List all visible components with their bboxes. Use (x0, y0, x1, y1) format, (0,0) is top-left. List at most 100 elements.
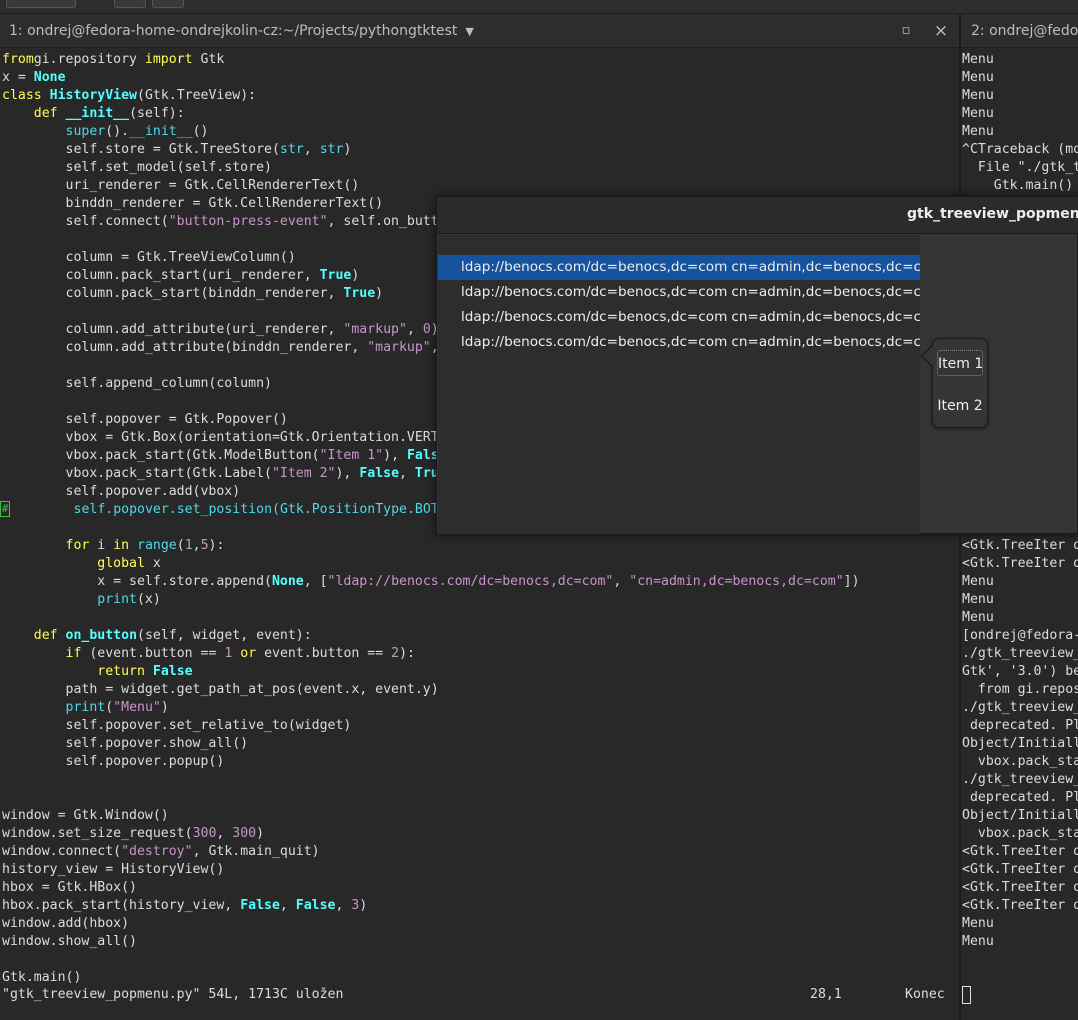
terminal-line: Menu (962, 916, 994, 931)
code-line: uri_renderer = Gtk.CellRendererText() (2, 178, 360, 193)
vim-status-line: "gtk_treeview_popmenu.py" 54L, 1713C ulo… (0, 986, 959, 1004)
code-line: Gtk.main() (2, 970, 82, 985)
terminal-line: Menu (962, 52, 994, 67)
toolbar-button[interactable] (6, 0, 76, 8)
code-line: column.pack_start(binddn_renderer, True) (2, 286, 384, 301)
code-line: self.set_model(self.store) (2, 160, 272, 175)
code-line: global x (97, 556, 161, 571)
code-line: column.add_attribute(uri_renderer, "mark… (2, 322, 439, 337)
code-line: self.popover.add(vbox) (2, 484, 241, 499)
code-line: hbox.pack_start(history_view, False, Fal… (2, 898, 368, 913)
code-line: self.append_column(column) (2, 376, 272, 391)
code-line: if (event.button == 1 or event.button ==… (65, 646, 415, 661)
code-line: print(x) (97, 592, 161, 607)
code-line: vbox = Gtk.Box(orientation=Gtk.Orientati… (2, 430, 479, 445)
code-line: vbox.pack_start(Gtk.Label("Item 2"), Fal… (2, 466, 487, 481)
terminal-line: Menu (962, 934, 994, 949)
tab-title: 2: ondrej@fedora-home-ondrejkolin-cz:~ (971, 23, 1078, 39)
terminal-line: ./gtk_treeview_popmenu.py: (962, 646, 1078, 661)
code-line: column.pack_start(uri_renderer, True) (2, 268, 360, 283)
terminal-tab-1[interactable]: 1: ondrej@fedora-home-ondrejkolin-cz:~/P… (0, 14, 959, 48)
code-line: window = Gtk.Window() (2, 808, 169, 823)
status-cursor-position: 28,1 (810, 987, 842, 1002)
code-line: def on_button(self, widget, event): (33, 628, 312, 643)
terminal-line: deprecated. Please use (969, 790, 1078, 805)
sign-marker: # (0, 501, 10, 517)
toolbar-button[interactable] (152, 0, 184, 8)
code-line: super().__init__() (65, 124, 209, 139)
popover-item-2: Item 2 (937, 398, 983, 414)
code-line: self.store = Gtk.TreeStore(str, str) (2, 142, 352, 157)
code-line: window.connect("destroy", Gtk.main_quit) (2, 844, 320, 859)
code-line: self.connect("button-press-event", self.… (2, 214, 463, 229)
terminal-line: <Gtk.TreeIter object (962, 898, 1078, 913)
code-line: self.popover.set_relative_to(widget) (2, 718, 352, 733)
tree-view[interactable]: ldap://benocs.com/dc=benocs,dc=com cn=adm… (438, 235, 920, 534)
tree-row[interactable]: ldap://benocs.com/dc=benocs,dc=com cn=adm… (438, 305, 920, 330)
terminal-line: from gi.repository import Gtk (977, 682, 1078, 697)
code-line: self.popover.popup() (2, 754, 225, 769)
binddn-cell: cn=admin,dc=benocs,dc=com (731, 334, 920, 350)
binddn-cell: cn=admin,dc=benocs,dc=com (731, 309, 920, 325)
terminal-line: Object/InitiallyUnowned (962, 808, 1078, 823)
terminal-line: ^CTraceback (most recent call last): (962, 142, 1078, 157)
terminal-line: Menu (962, 610, 994, 625)
window-title: gtk_treeview_popmenu.py (907, 206, 1078, 222)
uri-cell: ldap://benocs.com/dc=benocs,dc=com (461, 259, 728, 275)
maximize-icon[interactable]: ▫ (896, 14, 916, 47)
terminal-line: ./gtk_treeview_popmenu.py: (962, 772, 1078, 787)
code-line: self.popover.show_all() (2, 736, 249, 751)
code-line: return False (97, 664, 193, 679)
terminal-line: Gtk', '3.0') before import (962, 664, 1078, 679)
code-line: column = Gtk.TreeViewColumn() (2, 250, 296, 265)
terminal-tab-2[interactable]: 2: ondrej@fedora-home-ondrejkolin-cz:~ (961, 14, 1078, 48)
tree-row[interactable]: ldap://benocs.com/dc=benocs,dc=com cn=adm… (438, 255, 920, 280)
tab-title: 1: ondrej@fedora-home-ondrejkolin-cz:~/P… (9, 23, 458, 39)
terminal-line: Menu (962, 592, 994, 607)
toolbar-button[interactable] (114, 0, 146, 8)
terminal-line: Gtk.main() (962, 178, 1074, 193)
code-line: binddn_renderer = Gtk.CellRendererText() (2, 196, 384, 211)
top-toolbar (0, 0, 1078, 14)
terminal-line: <Gtk.TreeIter object (962, 880, 1078, 895)
terminal-line: <Gtk.TreeIter object (962, 844, 1078, 859)
terminal-line: Menu (962, 574, 994, 589)
tree-row[interactable]: ldap://benocs.com/dc=benocs,dc=com cn=adm… (438, 280, 920, 305)
code-line: column.add_attribute(binddn_renderer, "m… (2, 340, 463, 355)
gtk-headerbar[interactable]: gtk_treeview_popmenu.py (437, 197, 1078, 234)
status-scroll-indicator: Konec (905, 987, 945, 1002)
code-line: window.add(hbox) (2, 916, 130, 931)
terminal-line: <Gtk.TreeIter object (962, 862, 1078, 877)
code-line: window.set_size_request(300, 300) (2, 826, 265, 841)
code-line: for i in range(1,5): (65, 538, 225, 553)
code-line: def __init__(self): (33, 106, 185, 121)
code-line: history_view = HistoryView() (2, 862, 225, 877)
terminal-line: Menu (962, 124, 994, 139)
terminal-line: <Gtk.TreeIter object (962, 538, 1078, 553)
terminal-line: vbox.pack_start(Gtk.Label (977, 826, 1078, 841)
terminal-line: Menu (962, 70, 994, 85)
terminal-line: File "./gtk_treeview_popmenu.py", line 5… (977, 160, 1078, 175)
tree-row[interactable]: ldap://benocs.com/dc=benocs,dc=com cn=adm… (438, 330, 920, 355)
code-line: print("Menu") (65, 700, 169, 715)
close-icon[interactable]: × (931, 14, 951, 47)
code-line: fromgi.repository import Gtk (2, 52, 225, 67)
terminal-line: ./gtk_treeview_popmenu.py: (962, 700, 1078, 715)
binddn-cell: cn=admin,dc=benocs,dc=com (731, 259, 920, 275)
terminal-line: vbox.pack_start(Gtk.Label (977, 754, 1078, 769)
popover-item-1[interactable]: Item 1 (937, 350, 983, 376)
chevron-down-icon[interactable]: ▼ (465, 15, 473, 47)
terminal-cursor (962, 986, 971, 1004)
code-line: # self.popover.set_position(Gtk.Position… (0, 501, 471, 517)
status-file-info: "gtk_treeview_popmenu.py" 54L, 1713C ulo… (2, 987, 344, 1002)
code-line: path = widget.get_path_at_pos(event.x, e… (2, 682, 439, 697)
terminal-line: deprecated. Please use (969, 718, 1078, 733)
terminal-line: Menu (962, 106, 994, 121)
terminal-line: <Gtk.TreeIter object (962, 556, 1078, 571)
code-line: hbox = Gtk.HBox() (2, 880, 137, 895)
popover-menu: Item 1 Item 2 (932, 338, 988, 428)
terminal-line: Object/InitiallyUnowned (962, 736, 1078, 751)
uri-cell: ldap://benocs.com/dc=benocs,dc=com (461, 284, 728, 300)
popover-arrow-fill (922, 346, 933, 366)
code-line: x = self.store.append(None, ["ldap://ben… (2, 574, 860, 589)
